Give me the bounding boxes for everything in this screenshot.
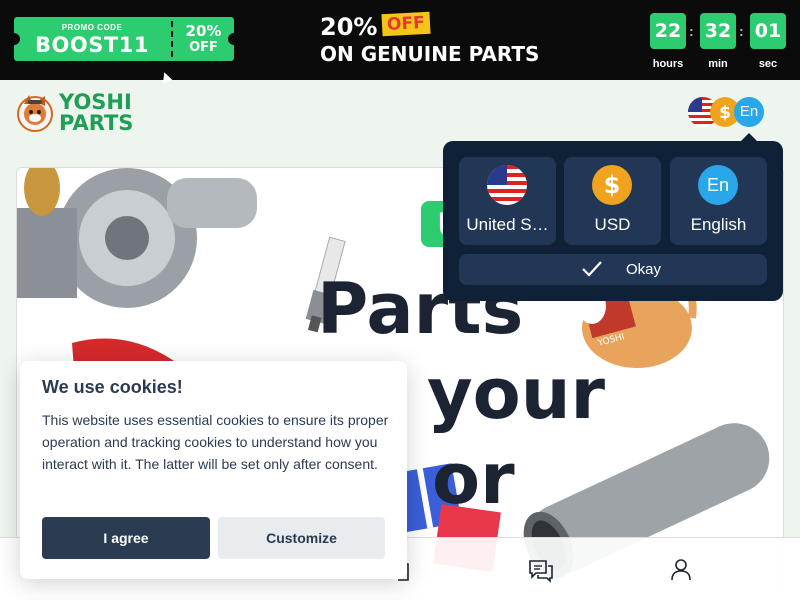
promo-code-label: PROMO CODE — [61, 23, 123, 32]
dog-mascot-icon — [17, 95, 53, 132]
countdown-separator: : — [739, 23, 744, 39]
countdown-separator: : — [689, 23, 694, 39]
hero-title-word3: or — [432, 438, 515, 520]
cookie-title: We use cookies! — [42, 377, 183, 397]
language-bubble-icon: En — [698, 165, 738, 205]
cursor-icon — [159, 70, 173, 84]
country-label: United S… — [466, 215, 549, 234]
svg-text:$: $ — [719, 103, 731, 123]
countdown-seconds-label: sec — [758, 58, 778, 70]
promo-bar: PROMO CODE BOOST11 20% OFF 20% OFF ON GE… — [0, 0, 800, 84]
checkmark-icon — [582, 261, 602, 277]
promo-discount-percent: 20% — [185, 22, 222, 40]
promo-code-value: BOOST11 — [35, 33, 149, 57]
currency-label: USD — [594, 215, 631, 234]
promo-discount-off: OFF — [189, 40, 218, 55]
dollar-icon: $ — [592, 165, 632, 205]
logo-text-line2: PARTS — [59, 111, 134, 135]
cookie-body: This website uses essential cookies to e… — [42, 412, 389, 472]
countdown-minutes-label: min — [708, 58, 728, 70]
promo-code-coupon[interactable]: PROMO CODE BOOST11 20% OFF — [8, 17, 240, 84]
countdown-hours: 22 — [650, 13, 686, 49]
user-icon[interactable] — [670, 558, 692, 582]
currency-option[interactable]: $ USD — [564, 157, 661, 245]
locale-selector-button[interactable]: $ En — [688, 94, 768, 130]
language-label: English — [690, 215, 747, 234]
countdown-hours-label: hours — [652, 58, 684, 70]
language-bubble-icon: En — [734, 97, 764, 127]
okay-button[interactable]: Okay — [459, 254, 767, 285]
headline-line2: ON GENUINE PARTS — [320, 42, 540, 66]
headline-off-badge: OFF — [381, 11, 431, 37]
promo-headline: 20% OFF ON GENUINE PARTS — [320, 11, 560, 67]
us-flag-icon — [487, 165, 527, 205]
country-option[interactable]: United S… — [459, 157, 556, 245]
chat-icon[interactable] — [528, 558, 554, 584]
site-logo[interactable]: YOSHI PARTS — [15, 90, 155, 135]
hero-title-word2: your — [427, 353, 606, 435]
locale-dropdown-panel: United S… $ USD En English Okay — [443, 133, 783, 301]
countdown-seconds: 01 — [750, 13, 786, 49]
language-option[interactable]: En English — [670, 157, 767, 245]
okay-label: Okay — [626, 261, 662, 278]
countdown-timer: 22 : 32 : 01 hours min sec — [650, 13, 790, 73]
headline-percent: 20% — [320, 13, 378, 41]
customize-button[interactable]: Customize — [218, 517, 385, 559]
cookie-consent-dialog: We use cookies! This website uses essent… — [20, 361, 407, 579]
agree-button[interactable]: I agree — [42, 517, 210, 559]
countdown-minutes: 32 — [700, 13, 736, 49]
